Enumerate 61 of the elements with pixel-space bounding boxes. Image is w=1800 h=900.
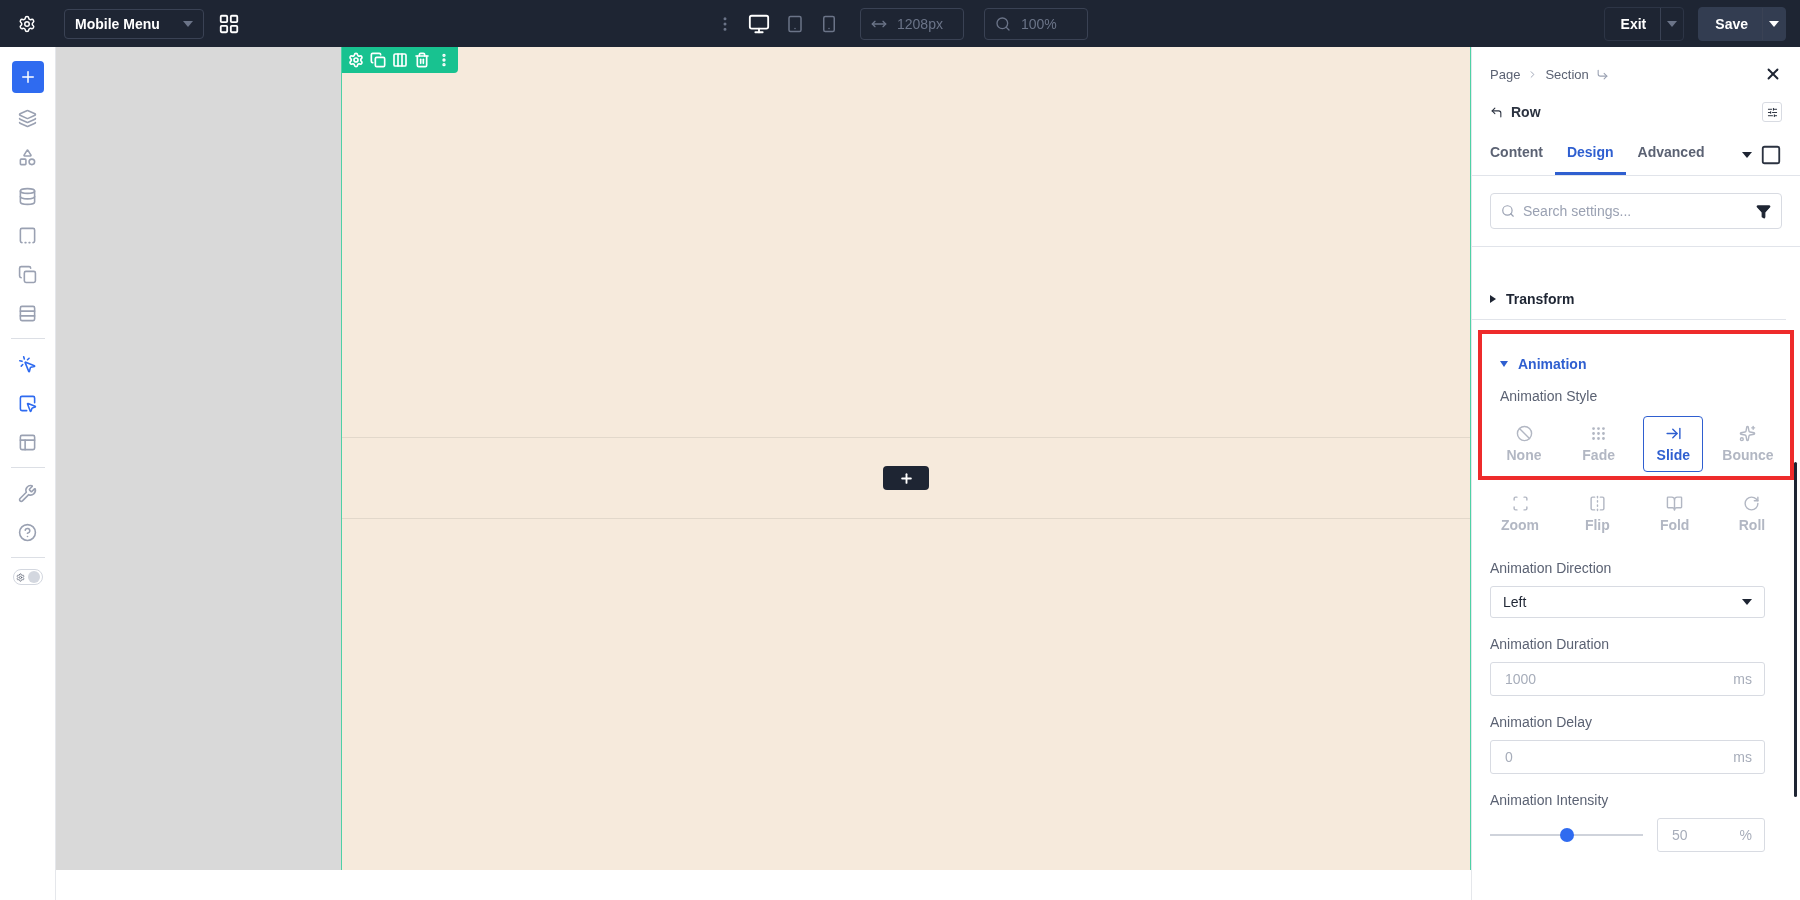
field-label: Animation Delay — [1490, 714, 1593, 730]
settings-tab[interactable]: Design — [1554, 134, 1626, 175]
settings-icon[interactable] — [18, 14, 36, 33]
duplicate-icon[interactable] — [370, 52, 386, 68]
search-icon — [995, 15, 1011, 32]
add-button[interactable] — [11, 61, 44, 93]
field-label: Animation Intensity — [1490, 792, 1610, 808]
caret-icon[interactable] — [1742, 151, 1752, 158]
zoom-value: 100% — [1021, 15, 1057, 32]
no-entry-icon — [1515, 425, 1533, 442]
width-field[interactable]: 1208px — [860, 7, 964, 40]
animation-style-option[interactable]: Slide — [1643, 416, 1704, 472]
trash-icon[interactable] — [414, 52, 430, 68]
save-button[interactable]: Save — [1698, 6, 1786, 41]
sparkles-icon — [1739, 425, 1757, 442]
caret-icon — [183, 20, 193, 27]
field-label: Animation Style — [1499, 388, 1599, 404]
dots-grid-icon — [1590, 425, 1608, 442]
add-row-button[interactable] — [883, 466, 929, 490]
field-label: Animation Direction — [1490, 560, 1613, 576]
flip-icon — [1588, 495, 1606, 512]
return-arrow-icon — [1595, 67, 1609, 81]
book-icon — [1666, 495, 1684, 512]
scan-frame-icon — [1511, 495, 1529, 512]
layout-select[interactable]: Mobile Menu — [64, 8, 204, 39]
gear-icon — [15, 572, 25, 582]
field-label: Animation Duration — [1490, 636, 1611, 652]
back-arrow-icon[interactable] — [1490, 105, 1503, 119]
intensity-slider[interactable] — [1490, 827, 1643, 843]
rotate-icon — [1743, 495, 1761, 512]
caret-icon — [1769, 20, 1779, 27]
caret-icon — [1667, 20, 1678, 27]
sliders-icon — [1766, 106, 1778, 118]
toggle-knob — [27, 571, 40, 583]
width-value: 1208px — [897, 15, 943, 32]
grid-icon[interactable] — [218, 12, 240, 35]
phone-icon — [820, 14, 838, 33]
settings-tab[interactable]: Advanced — [1625, 134, 1717, 175]
zoom-field[interactable]: 100% — [984, 7, 1088, 40]
exit-button[interactable]: Exit — [1603, 6, 1685, 41]
options-button[interactable] — [1762, 102, 1782, 122]
plus-icon — [898, 470, 914, 486]
columns-icon[interactable] — [392, 52, 408, 68]
caret-icon — [1742, 599, 1752, 605]
arrow-to-line-icon — [1664, 425, 1682, 442]
filter-icon[interactable] — [1756, 203, 1771, 219]
section-header[interactable]: Animation — [1482, 344, 1605, 384]
search-icon — [1501, 204, 1515, 218]
slider-thumb[interactable] — [1559, 828, 1574, 842]
breadcrumb-link[interactable]: Section — [1545, 66, 1589, 82]
scrollbar[interactable] — [1794, 462, 1797, 797]
direction-select[interactable]: Left — [1490, 586, 1765, 618]
theme-toggle[interactable] — [12, 569, 43, 585]
section-header[interactable]: Transform — [1472, 279, 1800, 319]
tablet-icon — [786, 14, 804, 33]
module-title: Row — [1511, 104, 1541, 120]
breadcrumb-link[interactable]: Page — [1490, 66, 1521, 82]
monitor-icon — [748, 12, 770, 35]
search-field[interactable]: Search settings... — [1490, 193, 1782, 229]
settings-tab[interactable]: Content — [1490, 134, 1555, 175]
square-icon[interactable] — [1760, 143, 1782, 166]
